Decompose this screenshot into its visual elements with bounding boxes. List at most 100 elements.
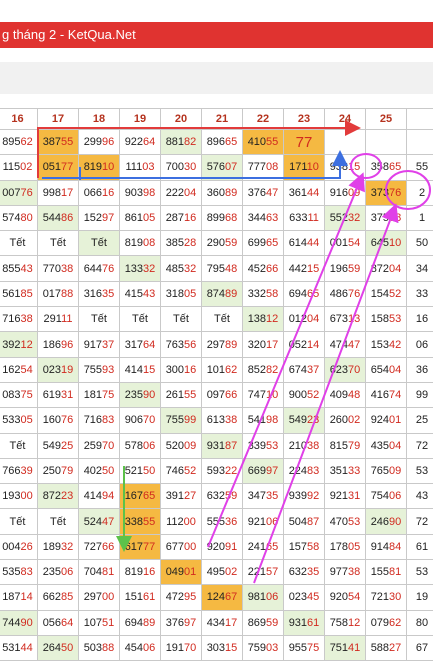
cell-prefix: 222 bbox=[166, 187, 184, 199]
cell-prefix: 171 bbox=[289, 161, 307, 173]
result-cell: 04901 bbox=[161, 560, 202, 585]
result-cell: 33953 bbox=[243, 433, 284, 458]
result-cell bbox=[366, 130, 407, 155]
result-cell: 61931 bbox=[38, 382, 79, 407]
cell-suffix: 76 bbox=[61, 414, 73, 426]
cell-prefix: 347 bbox=[248, 490, 266, 502]
cell-prefix: 549 bbox=[289, 414, 307, 426]
result-cell: 72 bbox=[407, 433, 433, 458]
result-cell: 43504 bbox=[366, 433, 407, 458]
result-cell: 10751 bbox=[79, 610, 120, 635]
cell-suffix: 35 bbox=[102, 288, 114, 300]
cell-suffix: 59 bbox=[225, 490, 237, 502]
cell-suffix: 14 bbox=[21, 591, 33, 603]
result-cell: Tết bbox=[0, 433, 38, 458]
cell-prefix: 578 bbox=[125, 440, 143, 452]
result-cell: 92264 bbox=[120, 130, 161, 155]
result-cell: 99817 bbox=[38, 180, 79, 205]
cell-suffix: 84 bbox=[389, 541, 401, 553]
result-cell: 34463 bbox=[243, 205, 284, 230]
cell-suffix: 08 bbox=[266, 161, 278, 173]
cell-prefix: 819 bbox=[125, 566, 143, 578]
result-cell: 39212 bbox=[0, 332, 38, 357]
cell-prefix: 673 bbox=[330, 313, 348, 325]
cell-prefix: 004 bbox=[2, 541, 20, 553]
cell-suffix: 06 bbox=[266, 516, 278, 528]
cell-suffix: 38 bbox=[225, 414, 237, 426]
result-cell: 36144 bbox=[284, 180, 325, 205]
result-cell: 05664 bbox=[38, 610, 79, 635]
cell-suffix: 97 bbox=[184, 617, 196, 629]
cell-prefix: 593 bbox=[207, 465, 225, 477]
cell-prefix: 452 bbox=[248, 263, 266, 275]
cell-suffix: 22 bbox=[225, 465, 237, 477]
cell-prefix: 503 bbox=[84, 642, 102, 654]
cell-suffix: 95 bbox=[184, 591, 196, 603]
result-cell: 75812 bbox=[325, 610, 366, 635]
cell-prefix: 414 bbox=[84, 490, 102, 502]
cell-suffix: 70 bbox=[102, 440, 114, 452]
cell-prefix: 632 bbox=[207, 490, 225, 502]
cell-suffix: 35 bbox=[266, 490, 278, 502]
cell-suffix: 00 bbox=[102, 591, 114, 603]
cell-suffix: 61 bbox=[307, 617, 319, 629]
cell-suffix: 19 bbox=[61, 364, 73, 376]
result-cell: 12467 bbox=[202, 585, 243, 610]
cell-suffix: 09 bbox=[389, 465, 401, 477]
cell-suffix: 76 bbox=[21, 187, 33, 199]
result-cell: 89562 bbox=[0, 130, 38, 155]
cell-prefix: 392 bbox=[2, 339, 20, 351]
cell-prefix: 387 bbox=[43, 136, 61, 148]
cell-suffix: 85 bbox=[61, 591, 73, 603]
cell-prefix: 264 bbox=[43, 642, 61, 654]
cell-suffix: 30 bbox=[389, 591, 401, 603]
table-row: 5314426450503884540619170303157590395575… bbox=[0, 635, 433, 660]
cell-prefix: 160 bbox=[43, 414, 61, 426]
cell-suffix: 52 bbox=[307, 389, 319, 401]
table-row: 0077699817066169039822204360893764736144… bbox=[0, 180, 433, 205]
cell-suffix: 17 bbox=[266, 339, 278, 351]
result-cell: 18175 bbox=[79, 382, 120, 407]
cell-prefix: 617 bbox=[125, 541, 143, 553]
cell-prefix: 250 bbox=[43, 465, 61, 477]
result-cell: 75599 bbox=[161, 408, 202, 433]
result-cell: 11502 bbox=[0, 155, 38, 180]
result-cell: 43 bbox=[407, 484, 433, 509]
cell-prefix: 931 bbox=[207, 440, 225, 452]
cell-suffix: 31 bbox=[348, 490, 360, 502]
column-header: 17 bbox=[38, 109, 79, 130]
cell-suffix: 59 bbox=[348, 263, 360, 275]
cell-suffix: 06 bbox=[61, 566, 73, 578]
cell-prefix: 541 bbox=[248, 414, 266, 426]
cell-suffix: 85 bbox=[21, 288, 33, 300]
cell-suffix: 05 bbox=[184, 288, 196, 300]
cell-suffix: 23 bbox=[307, 414, 319, 426]
cell-prefix: 751 bbox=[330, 642, 348, 654]
result-cell: Tết bbox=[79, 307, 120, 332]
cell-suffix: 65 bbox=[225, 136, 237, 148]
cell-prefix: 124 bbox=[207, 591, 225, 603]
table-row: 8554377038644761333248532795484526644215… bbox=[0, 256, 433, 281]
cell-prefix: 694 bbox=[125, 617, 143, 629]
cell-suffix: 06 bbox=[143, 440, 155, 452]
cell-prefix: 716 bbox=[2, 313, 20, 325]
cell-prefix: 770 bbox=[43, 263, 61, 275]
cell-suffix: 04 bbox=[184, 187, 196, 199]
cell-prefix: 376 bbox=[166, 617, 184, 629]
results-table: 1617181920212223242589562387552999692264… bbox=[0, 108, 433, 661]
result-cell: 69465 bbox=[284, 281, 325, 306]
cell-prefix: 922 bbox=[125, 136, 143, 148]
cell-prefix: 486 bbox=[330, 288, 348, 300]
cell-suffix: 98 bbox=[143, 187, 155, 199]
cell-prefix: 981 bbox=[248, 591, 266, 603]
result-cell: 33258 bbox=[243, 281, 284, 306]
header-row: 16171819202122232425 bbox=[0, 109, 433, 130]
cell-prefix: 299 bbox=[84, 136, 102, 148]
cell-prefix: 533 bbox=[2, 414, 20, 426]
result-cell: 57806 bbox=[120, 433, 161, 458]
annotation-number: 77 bbox=[296, 134, 313, 151]
cell-prefix: 221 bbox=[248, 566, 266, 578]
cell-prefix: 938 bbox=[330, 161, 348, 173]
cell-prefix: 385 bbox=[166, 237, 184, 249]
cell-suffix: 75 bbox=[21, 389, 33, 401]
